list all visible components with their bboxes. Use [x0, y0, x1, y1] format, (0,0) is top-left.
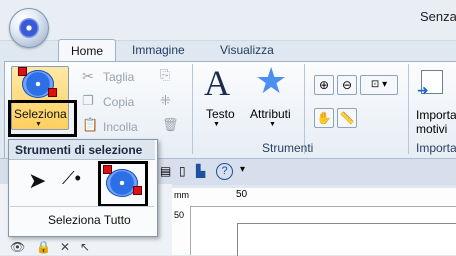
handle-icon [18, 67, 27, 76]
chevron-down-icon: ▼ [35, 121, 42, 128]
eye-icon[interactable]: 👁 [10, 240, 25, 254]
separator [408, 64, 409, 154]
star-attribute-icon: ★ [255, 60, 288, 101]
handle-icon [133, 186, 142, 195]
zoom-fit-icon[interactable]: ⊡ ▾ [360, 75, 398, 95]
seleziona-label: Seleziona [14, 107, 67, 121]
importa-motivi-button[interactable]: Importa [416, 108, 456, 122]
select-all-menu-item[interactable]: Seleziona Tutto [48, 213, 131, 227]
zoom-in-icon[interactable]: ⊕ [314, 75, 334, 95]
tab-visualizza[interactable]: Visualizza [220, 39, 274, 61]
tab-immagine[interactable]: Immagine [132, 39, 185, 61]
customize-toolbar-icon[interactable]: ▾ [240, 164, 245, 175]
ruler-unit: mm [174, 190, 189, 200]
grid-icon: ⁜ [160, 93, 171, 108]
application-menu-button[interactable] [9, 8, 49, 48]
importa-group-label: Importa [416, 141, 456, 155]
window-title: Senza [420, 9, 456, 24]
trash-icon: 🗑 [162, 117, 179, 132]
copy-icon: ❐ [82, 93, 94, 108]
arrow-right-icon: ➜ [417, 82, 429, 98]
cut-button[interactable]: Taglia [103, 70, 134, 84]
paste-icon: 📋 [82, 117, 99, 132]
tab-home[interactable]: Home [58, 39, 116, 62]
title-bar [0, 0, 456, 41]
ruler-mark: 50 [236, 189, 248, 200]
chevron-down-icon: ▼ [269, 121, 276, 128]
select-arrow-tool[interactable]: ➤ [28, 168, 46, 194]
handle-icon [103, 165, 112, 174]
help-icon[interactable]: ? [216, 163, 233, 180]
view-icon[interactable]: ▤ [160, 164, 171, 178]
lock-icon[interactable]: 🔒 [36, 240, 51, 254]
scissors-icon: ✂ [82, 68, 94, 84]
move-icon[interactable]: ↖ [80, 240, 90, 254]
delete-icon[interactable]: ✕ [60, 240, 70, 254]
horizontal-ruler [172, 188, 456, 207]
attributi-button[interactable]: Attributi [250, 107, 291, 121]
copy-button[interactable]: Copia [103, 95, 134, 109]
lasso-tool[interactable]: ⟋• [62, 168, 81, 189]
separator [192, 64, 193, 154]
hand-icon[interactable]: ✋ [314, 108, 334, 128]
paste-button[interactable]: Incolla [103, 120, 138, 134]
layers-icon[interactable]: ▙ [196, 164, 205, 178]
text-tool-icon: A [204, 63, 230, 103]
strumenti-group-label: Strumenti [262, 141, 314, 155]
app-logo-icon [19, 18, 39, 38]
handle-icon [48, 88, 57, 97]
page-icon[interactable]: ▯ [179, 164, 186, 178]
chevron-down-icon: ▼ [213, 121, 220, 128]
testo-button[interactable]: Testo [206, 107, 235, 121]
vertical-ruler-mark: 50 [174, 210, 185, 220]
importa-motivi-label-2: motivi [416, 122, 448, 136]
paste-special-icon: ⎘ [160, 67, 171, 82]
menu-title: Strumenti di selezione [15, 143, 143, 157]
zoom-out-icon[interactable]: ⊖ [337, 75, 357, 95]
page-outline [237, 223, 456, 256]
menu-divider [10, 206, 154, 207]
measure-icon[interactable]: 📏 [337, 108, 357, 128]
